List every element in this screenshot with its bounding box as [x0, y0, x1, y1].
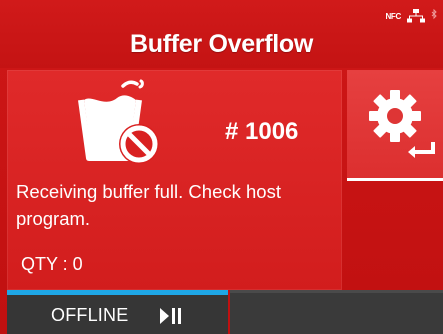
status-progress-bar: [7, 290, 228, 295]
error-panel: # 1006 Receiving buffer full. Check host…: [7, 70, 342, 290]
buffer-overflow-icon: [78, 79, 159, 164]
offline-toggle-button[interactable]: OFFLINE: [7, 290, 228, 334]
quantity-label: QTY : 0: [21, 254, 83, 274]
nfc-icon: NFC: [385, 11, 401, 21]
error-message: Receiving buffer full. Check host progra…: [16, 181, 281, 229]
settings-button[interactable]: [347, 70, 443, 178]
network-icon: [407, 9, 425, 23]
bluetooth-icon: [431, 9, 437, 20]
status-icons: NFC: [385, 6, 437, 26]
gear-icon: [369, 90, 421, 142]
offline-label: OFFLINE: [51, 305, 129, 325]
settings-underline: [347, 178, 443, 181]
bottom-right-panel: [230, 290, 443, 334]
error-screen: NFC Buffer Overflow # 1006 Receiving buf…: [0, 0, 443, 334]
error-code: # 1006: [225, 118, 299, 145]
header-bar: NFC Buffer Overflow: [0, 0, 443, 68]
screen-title: Buffer Overflow: [129, 30, 314, 58]
enter-arrow-icon: [408, 142, 435, 158]
play-pause-icon: [160, 308, 181, 324]
